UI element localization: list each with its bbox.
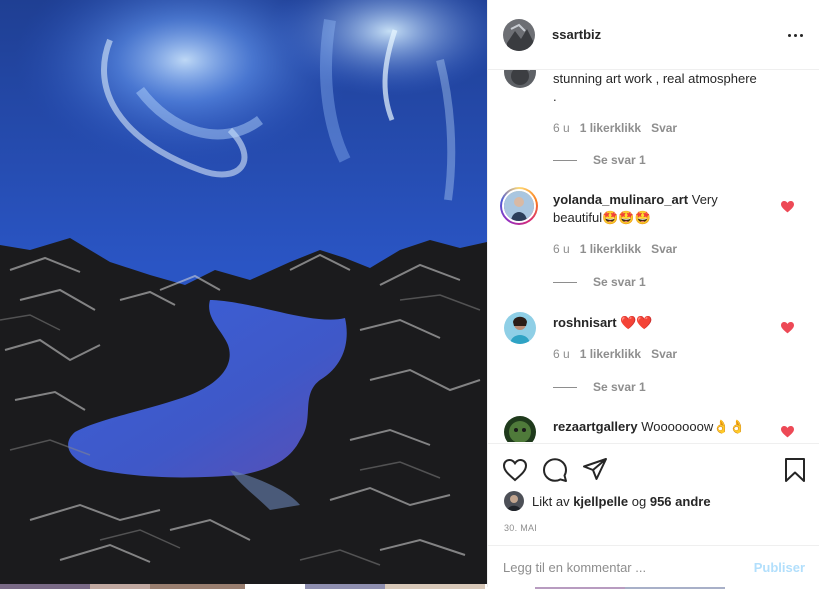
likes-others-count[interactable]: 956 andre xyxy=(650,494,711,509)
comment-age: 6 u xyxy=(553,242,570,256)
view-replies-label: Se svar 1 xyxy=(593,153,646,167)
likes-prefix: Likt av xyxy=(532,493,570,509)
reply-button[interactable]: Svar xyxy=(651,242,677,256)
avatar[interactable] xyxy=(503,18,535,51)
heart-outline-icon[interactable] xyxy=(502,457,528,483)
post-author-username[interactable]: ssartbiz xyxy=(552,27,601,42)
view-replies-button[interactable]: Se svar 1 xyxy=(553,275,646,289)
comment-text: yolanda_mulinaro_art Very beautiful🤩🤩🤩 xyxy=(553,191,763,227)
replies-divider xyxy=(553,281,577,283)
comment-content: ❤️❤️ xyxy=(620,315,653,330)
publish-button[interactable]: Publiser xyxy=(754,560,805,575)
post-details-panel: ssartbiz stunning art work , real atmosp… xyxy=(487,0,819,587)
post-date[interactable]: 30. MAI xyxy=(504,523,537,533)
comment-likes-count[interactable]: 1 likerklikk xyxy=(580,242,641,256)
likes-joiner: og xyxy=(631,493,647,509)
liker-avatar xyxy=(504,491,524,511)
comment-input[interactable] xyxy=(503,559,743,575)
post-image[interactable] xyxy=(0,0,487,589)
replies-divider xyxy=(553,386,577,388)
paper-plane-icon[interactable] xyxy=(582,457,608,483)
view-replies-button[interactable]: Se svar 1 xyxy=(553,153,646,167)
likes-summary[interactable]: Likt av kjellpelle og 956 andre xyxy=(504,491,711,511)
commenter-username[interactable]: rezaartgallery xyxy=(553,419,638,434)
commenter-avatar[interactable] xyxy=(504,312,536,344)
comment-likes-count[interactable]: 1 likerklikk xyxy=(580,121,641,135)
commenter-avatar[interactable] xyxy=(504,416,536,442)
comment-text: roshnisart ❤️❤️ xyxy=(553,314,763,332)
comment-liked-heart-icon[interactable] xyxy=(781,322,794,334)
comment-text: rezaartgallery Wooooooow👌👌 xyxy=(553,418,763,436)
comment-icon[interactable] xyxy=(542,457,568,483)
comment-liked-heart-icon[interactable] xyxy=(781,426,794,438)
comment-meta: 6 u 1 likerklikk Svar xyxy=(553,347,677,361)
reply-button[interactable]: Svar xyxy=(651,347,677,361)
painting-artwork xyxy=(0,0,487,589)
replies-divider xyxy=(553,159,577,161)
comment-age: 6 u xyxy=(553,347,570,361)
add-comment-bar: Publiser xyxy=(488,545,819,588)
reply-button[interactable]: Svar xyxy=(651,121,677,135)
comment-meta: 6 u 1 likerklikk Svar xyxy=(553,242,677,256)
bookmark-icon[interactable] xyxy=(782,457,808,483)
view-replies-label: Se svar 1 xyxy=(593,275,646,289)
post-actions: Likt av kjellpelle og 956 andre 30. MAI … xyxy=(488,443,819,587)
comment-content: Wooooooow👌👌 xyxy=(641,419,746,434)
comment-age: 6 u xyxy=(553,121,570,135)
liker-username[interactable]: kjellpelle xyxy=(573,494,628,509)
commenter-username[interactable]: roshnisart xyxy=(553,315,617,330)
commenter-avatar[interactable] xyxy=(504,70,536,88)
post-header: ssartbiz xyxy=(488,0,819,70)
comments-list[interactable]: stunning art work , real atmosphere . 6 … xyxy=(488,70,819,442)
more-options-icon[interactable] xyxy=(785,26,805,44)
comment-likes-count[interactable]: 1 likerklikk xyxy=(580,347,641,361)
view-replies-label: Se svar 1 xyxy=(593,380,646,394)
comment-liked-heart-icon[interactable] xyxy=(781,201,794,213)
comment-meta: 6 u 1 likerklikk Svar xyxy=(553,121,677,135)
commenter-username[interactable]: yolanda_mulinaro_art xyxy=(553,192,688,207)
commenter-avatar[interactable] xyxy=(500,187,538,225)
view-replies-button[interactable]: Se svar 1 xyxy=(553,380,646,394)
comment-text: stunning art work , real atmosphere . xyxy=(553,71,757,104)
